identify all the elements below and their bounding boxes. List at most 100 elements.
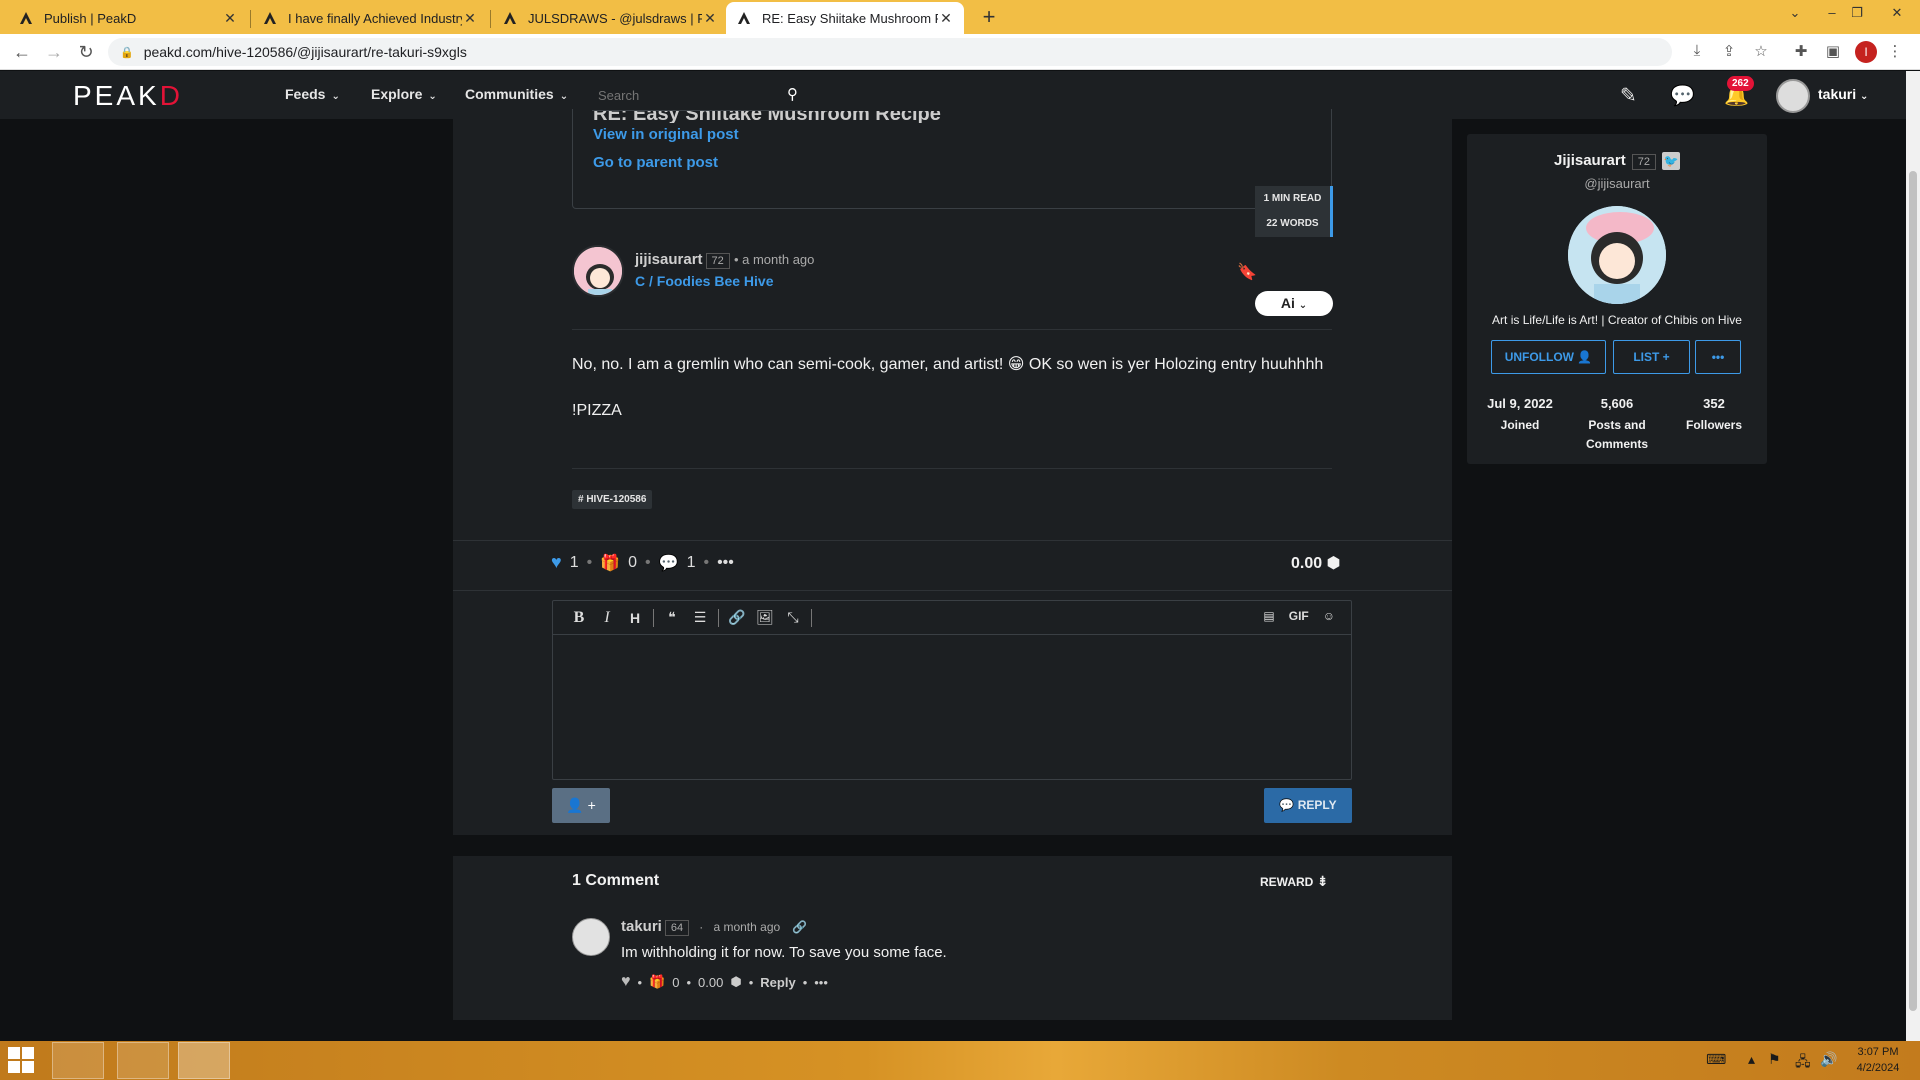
- comment-author[interactable]: takuri: [621, 918, 662, 935]
- tag-chip[interactable]: # HIVE-120586: [572, 490, 653, 509]
- comment-reblog-count: 0: [672, 974, 680, 990]
- page-scrollbar[interactable]: [1906, 71, 1920, 1041]
- go-parent-link[interactable]: Go to parent post: [593, 154, 718, 171]
- snippets-icon[interactable]: ▤: [1263, 609, 1274, 623]
- chevron-down-icon: ⌄: [559, 91, 569, 102]
- payout-value[interactable]: 0.00 ⬢: [1291, 553, 1341, 573]
- reblog-gift-icon[interactable]: 🎁: [600, 553, 620, 573]
- upvote-heart-icon[interactable]: ♥: [621, 973, 631, 991]
- close-tab-icon[interactable]: ✕: [702, 10, 718, 27]
- chrome-app-icon[interactable]: [178, 1042, 230, 1079]
- profile-avatar[interactable]: [1568, 206, 1666, 304]
- browser-tab[interactable]: Publish | PeakD ✕: [8, 2, 248, 34]
- close-tab-icon[interactable]: ✕: [938, 10, 954, 27]
- bookmark-icon[interactable]: 🔖: [1237, 262, 1257, 282]
- bold-icon[interactable]: B: [565, 609, 593, 627]
- reply-button[interactable]: 💬 REPLY: [1264, 788, 1352, 823]
- user-remove-icon: 👤: [1577, 350, 1593, 364]
- more-options-icon[interactable]: •••: [814, 975, 828, 990]
- more-options-icon[interactable]: •••: [717, 554, 734, 572]
- divider: [572, 468, 1332, 469]
- peakd-favicon-icon: [18, 10, 34, 26]
- browser-tab[interactable]: I have finally Achieved Industry L ✕: [252, 2, 488, 34]
- tab-search-icon[interactable]: ⌄: [1780, 0, 1810, 30]
- twitter-icon[interactable]: 🐦: [1661, 152, 1680, 171]
- add-beneficiary-button[interactable]: 👤 +: [552, 788, 610, 823]
- author-name-link[interactable]: jijisaurart: [635, 251, 703, 268]
- browser-tab-active[interactable]: RE: Easy Shiitake Mushroom Rec ✕: [726, 2, 964, 34]
- volume-icon[interactable]: 🔊: [1820, 1051, 1837, 1068]
- browser-menu-icon[interactable]: ⋮: [1884, 42, 1906, 62]
- nav-feeds[interactable]: Feeds ⌄: [285, 86, 340, 102]
- fullscreen-icon[interactable]: ⤡: [779, 609, 807, 626]
- tab-title: JULSDRAWS - @julsdraws | Peak: [528, 10, 702, 26]
- bookmark-star-icon[interactable]: ☆: [1750, 42, 1772, 62]
- pencil-write-icon[interactable]: ✎: [1620, 83, 1637, 108]
- vote-count[interactable]: 1: [570, 554, 579, 572]
- upvote-heart-icon[interactable]: ♥: [551, 552, 562, 573]
- comment-bubble-icon[interactable]: 💬: [659, 553, 679, 573]
- reload-icon[interactable]: ↻: [74, 40, 98, 64]
- tray-chevron-icon[interactable]: ▴: [1748, 1051, 1755, 1068]
- link-icon[interactable]: 🔗: [723, 609, 751, 626]
- peakd-logo[interactable]: PEAKD: [73, 80, 183, 112]
- italic-icon[interactable]: I: [593, 609, 621, 627]
- separator-dot: •: [586, 553, 593, 571]
- side-panel-icon[interactable]: ▣: [1822, 42, 1844, 62]
- username-label: takuri: [1818, 86, 1857, 102]
- extensions-puzzle-icon[interactable]: ✚: [1790, 42, 1812, 62]
- system-clock[interactable]: 3:07 PM 4/2/2024: [1840, 1044, 1916, 1076]
- new-tab-button[interactable]: +: [976, 4, 1002, 30]
- parent-post-title: RE: Easy Shiitake Mushroom Recipe: [593, 111, 941, 123]
- profile-more-button[interactable]: •••: [1695, 340, 1741, 374]
- install-app-icon[interactable]: ⤓: [1686, 42, 1708, 62]
- comment-reply-link[interactable]: Reply: [760, 975, 795, 990]
- stat-joined: Jul 9, 2022 Joined: [1470, 396, 1570, 435]
- scrollbar-thumb[interactable]: [1909, 171, 1917, 1011]
- windows-start-icon[interactable]: [8, 1047, 36, 1075]
- comment-sort-dropdown[interactable]: REWARD ⇟: [1260, 873, 1328, 890]
- permalink-icon[interactable]: 🔗: [792, 920, 807, 934]
- profile-name[interactable]: Jijisaurart: [1554, 152, 1626, 169]
- comment-author-avatar[interactable]: [572, 918, 610, 956]
- action-center-flag-icon[interactable]: ⚑: [1768, 1051, 1781, 1068]
- heading-icon[interactable]: H: [621, 610, 649, 626]
- quote-icon[interactable]: ❝: [658, 609, 686, 626]
- close-window-button[interactable]: ✕: [1882, 0, 1912, 30]
- back-arrow-icon[interactable]: ←: [10, 40, 34, 64]
- reply-textarea[interactable]: [553, 635, 1351, 779]
- ai-translate-dropdown[interactable]: Ai ⌄: [1255, 291, 1333, 316]
- view-original-link[interactable]: View in original post: [593, 126, 739, 143]
- community-link[interactable]: C / Foodies Bee Hive: [635, 273, 773, 289]
- unfollow-button[interactable]: UNFOLLOW 👤: [1491, 340, 1606, 374]
- comment-payout[interactable]: 0.00: [698, 975, 723, 990]
- paint-app-icon[interactable]: [117, 1042, 169, 1079]
- reblog-gift-icon[interactable]: 🎁: [649, 974, 665, 990]
- chat-icon[interactable]: 💬: [1670, 83, 1695, 108]
- nav-communities[interactable]: Communities ⌄: [465, 86, 568, 102]
- profile-bio: Art is Life/Life is Art! | Creator of Ch…: [1492, 313, 1742, 327]
- gif-button[interactable]: GIF: [1289, 609, 1309, 623]
- keyboard-icon[interactable]: ⌨: [1706, 1051, 1726, 1068]
- share-icon[interactable]: ⇪: [1718, 42, 1740, 62]
- browser-profile-avatar[interactable]: I: [1855, 41, 1877, 63]
- list-button[interactable]: LIST +: [1613, 340, 1690, 374]
- forward-arrow-icon[interactable]: →: [42, 40, 66, 64]
- author-avatar[interactable]: [572, 245, 624, 297]
- list-icon[interactable]: ☰: [686, 609, 714, 626]
- network-icon[interactable]: 🖧: [1795, 1051, 1811, 1075]
- user-menu[interactable]: takuri ⌄: [1818, 86, 1868, 102]
- comment-time[interactable]: a month ago: [713, 920, 780, 934]
- close-tab-icon[interactable]: ✕: [222, 10, 238, 27]
- nav-explore[interactable]: Explore ⌄: [371, 86, 437, 102]
- url-bar[interactable]: 🔒 peakd.com/hive-120586/@jijisaurart/re-…: [108, 38, 1672, 66]
- browser-tab[interactable]: JULSDRAWS - @julsdraws | Peak ✕: [492, 2, 728, 34]
- search-icon[interactable]: ⚲: [787, 85, 798, 103]
- user-avatar[interactable]: [1776, 79, 1810, 113]
- close-tab-icon[interactable]: ✕: [462, 10, 478, 27]
- restore-button[interactable]: ❐: [1842, 0, 1872, 30]
- search-input[interactable]: [592, 81, 772, 109]
- image-icon[interactable]: 🖼: [751, 609, 779, 626]
- file-explorer-icon[interactable]: [52, 1042, 104, 1079]
- emoji-icon[interactable]: ☺: [1323, 609, 1335, 623]
